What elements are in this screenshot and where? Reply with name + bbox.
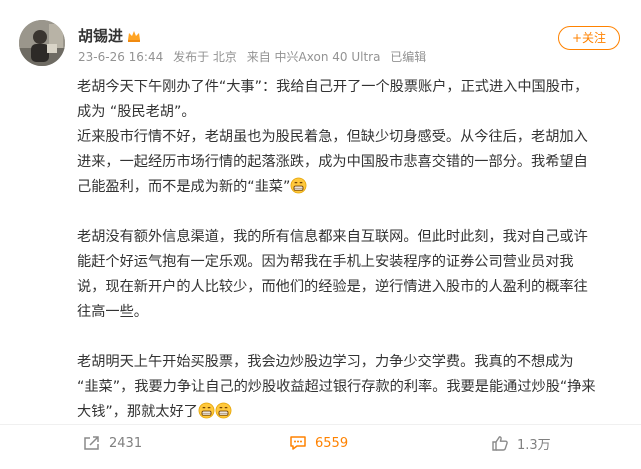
post-text-segment: 大钱”，那就太好了: [77, 404, 198, 420]
follow-button[interactable]: +关注: [558, 26, 620, 50]
repost-button[interactable]: 2431: [83, 432, 142, 454]
divider: [0, 424, 641, 425]
repost-icon: [84, 436, 99, 450]
post-text-line: 近来股市行情不好，老胡虽也为股民着急，但缺少切身感受。从今往后，老胡加入: [77, 129, 588, 145]
avatar[interactable]: [19, 20, 65, 66]
post-text-line: 老胡明天上午开始买股票，我会边炒股边学习，力争少交学费。我真的不想成为: [77, 354, 574, 370]
post-text-segment: 己能盈利，而不是成为新的“韭菜”: [77, 179, 291, 195]
edited-label[interactable]: 已编辑: [390, 50, 426, 64]
thumbs-up-icon: [492, 435, 508, 451]
comment-icon: [290, 436, 306, 450]
post-text-line: 老胡今天下午刚办了件“大事”：我给自己开了一个股票账户，正式进入中国股市，: [77, 79, 589, 95]
comment-count: 6559: [315, 435, 349, 451]
post-text-line: 老胡没有额外信息渠道，我的所有信息都来自互联网。但此时此刻，我对自己或许: [77, 229, 588, 245]
grin-emoji-icon: [215, 402, 232, 419]
post-meta: 23-6-26 16:44 发布于 北京 来自 中兴Axon 40 Ultra …: [78, 49, 432, 65]
post-text-line: 己能盈利，而不是成为新的“韭菜”: [77, 175, 625, 200]
like-button[interactable]: 1.3万: [491, 432, 551, 454]
post-time[interactable]: 23-6-26 16:44: [78, 50, 163, 64]
grin-emoji-icon: [198, 402, 215, 419]
post-content: 老胡今天下午刚办了件“大事”：我给自己开了一个股票账户，正式进入中国股市， 成为…: [77, 75, 625, 425]
post-location: 发布于 北京: [173, 50, 237, 64]
repost-count: 2431: [109, 435, 143, 451]
grin-emoji-icon: [290, 177, 307, 194]
post-text-line: 大钱”，那就太好了: [77, 400, 625, 425]
post-text-line: 成为 “股民老胡”。: [77, 104, 196, 120]
crown-icon: [128, 31, 140, 42]
post-text-line: 往高一些。: [77, 304, 148, 320]
post-text-line: “韭菜”，我要力争让自己的炒股收益超过银行存款的利率。我要是能通过炒股“挣来: [77, 379, 596, 395]
post-device: 来自 中兴Axon 40 Ultra: [246, 50, 381, 64]
like-count: 1.3万: [517, 437, 551, 453]
post-text-line: 能赶个好运气抱有一定乐观。因为帮我在手机上安装程序的证券公司营业员对我: [77, 254, 574, 270]
weibo-post-card: 胡锡进 23-6-26 16:44 发布于 北京 来自 中兴Axon 40 Ul…: [0, 0, 641, 469]
post-text-line: 说，现在新开户的人比较少，而他们的经验是，逆行情进入股市的人盈利的概率往: [77, 279, 588, 295]
post-text-line: 进来，一起经历市场行情的起落涨跌，成为中国股市悲喜交错的一部分。我希望自: [77, 154, 588, 170]
comment-button[interactable]: 6559: [289, 432, 348, 454]
username[interactable]: 胡锡进: [78, 27, 123, 45]
